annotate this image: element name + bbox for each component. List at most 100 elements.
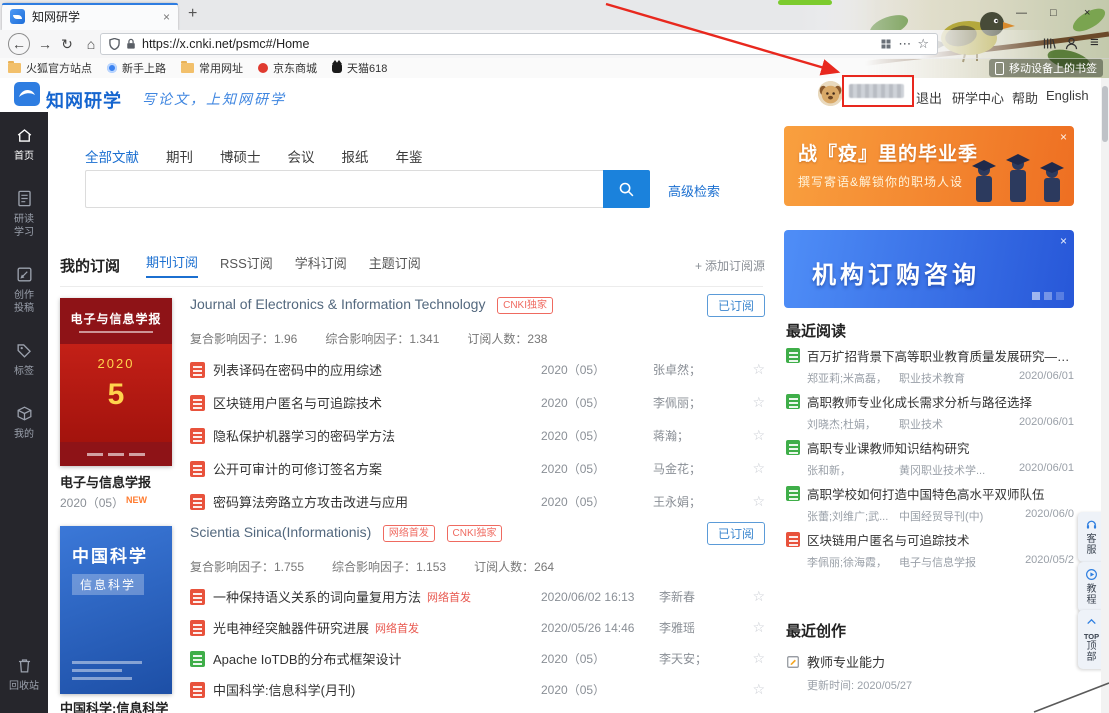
article-row[interactable]: 列表译码在密码中的应用综述 2020（05） 张卓然； ☆ — [190, 353, 765, 386]
article-row[interactable]: 区块链用户匿名与可追踪技术 2020（05） 李佩丽； ☆ — [190, 386, 765, 419]
article-title[interactable]: 列表译码在密码中的应用综述 — [213, 360, 382, 379]
site-logo-icon[interactable] — [14, 82, 40, 109]
help-link[interactable]: 帮助 — [1012, 88, 1038, 107]
logout-link[interactable]: 退出 — [916, 88, 942, 107]
mobile-bookmarks-folder[interactable]: 移动设备上的书签 — [989, 59, 1103, 77]
article-title[interactable]: 公开可审计的可修订签名方案 — [213, 459, 382, 478]
star-icon[interactable]: ☆ — [741, 650, 765, 667]
scrollbar-thumb[interactable] — [1102, 86, 1108, 142]
page-actions-menu-icon[interactable]: ⋯ — [898, 36, 911, 52]
study-center-link[interactable]: 研学中心 — [952, 88, 1004, 107]
search-button[interactable] — [603, 170, 650, 208]
article-row[interactable]: 密码算法旁路立方攻击改进与应用 2020（05） 王永娟； ☆ — [190, 485, 765, 518]
url-text[interactable]: https://x.cnki.net/psmc#/Home — [142, 37, 874, 51]
tab-close-icon[interactable]: × — [163, 10, 170, 24]
article-title[interactable]: 光电神经突触器件研究进展 — [213, 618, 369, 637]
lock-icon[interactable] — [126, 38, 136, 50]
tab-topic-subs[interactable]: 主题订阅 — [369, 253, 421, 277]
sidebar-item-create[interactable]: 创作投稿 — [14, 265, 34, 315]
article-row[interactable]: 一种保持语义关系的词向量复用方法 网络首发 2020/06/02 16:13 李… — [190, 581, 765, 612]
tracking-shield-icon[interactable] — [109, 38, 120, 50]
tab-all-literature[interactable]: 全部文献 — [85, 146, 139, 166]
star-icon[interactable]: ☆ — [741, 493, 765, 510]
article-title[interactable]: 密码算法旁路立方攻击改进与应用 — [213, 492, 408, 511]
article-title[interactable]: 隐私保护机器学习的密码学方法 — [213, 426, 395, 445]
star-icon[interactable]: ☆ — [741, 394, 765, 411]
add-subscription-button[interactable]: +添加订阅源 — [695, 257, 765, 274]
tab-journals[interactable]: 期刊 — [166, 146, 193, 166]
user-avatar[interactable] — [818, 81, 843, 106]
site-brand[interactable]: 知网研学 — [46, 87, 122, 113]
reading-item[interactable]: 高职学校如何打造中国特色高水平双师队伍 张蕾;刘维广;武...中国经贸导刊(中)… — [786, 484, 1074, 530]
tab-subject-subs[interactable]: 学科订阅 — [295, 253, 347, 277]
article-title[interactable]: Apache IoTDB的分布式框架设计 — [213, 649, 402, 668]
subscribed-button[interactable]: 已订阅 — [707, 294, 765, 317]
tab-yearbook[interactable]: 年鉴 — [396, 146, 423, 166]
journal-cover[interactable]: 中国科学 信息科学 — [60, 526, 172, 694]
journal-caption[interactable]: 中国科学:信息科学 — [60, 698, 186, 713]
bookmark-item[interactable]: 火狐官方站点 — [8, 60, 92, 76]
star-icon[interactable]: ☆ — [741, 681, 765, 698]
reload-button[interactable]: ↻ — [56, 33, 78, 55]
reading-item[interactable]: 高职教师专业化成长需求分析与路径选择 刘晓杰;杜娟，职业技术2020/06/01 — [786, 392, 1074, 438]
star-icon[interactable]: ☆ — [741, 427, 765, 444]
reading-item[interactable]: 高职专业课教师知识结构研究 张和新，黄冈职业技术学...2020/06/01 — [786, 438, 1074, 484]
article-title[interactable]: 区块链用户匿名与可追踪技术 — [213, 393, 382, 412]
back-button[interactable]: ← — [8, 33, 30, 55]
bookmark-item[interactable]: 新手上路 — [107, 60, 166, 76]
url-bar[interactable]: https://x.cnki.net/psmc#/Home ⋯ ☆ — [100, 33, 938, 55]
star-icon[interactable]: ☆ — [741, 361, 765, 378]
journal-title[interactable]: Journal of Electronics & Information Tec… — [190, 296, 485, 312]
institution-banner[interactable]: × 机构订购咨询 — [784, 230, 1074, 308]
language-link[interactable]: English — [1046, 88, 1089, 103]
star-icon[interactable]: ☆ — [741, 460, 765, 477]
close-icon[interactable]: × — [1060, 234, 1067, 248]
bookmark-item[interactable]: 常用网址 — [181, 60, 243, 76]
forward-button[interactable]: → — [34, 33, 56, 55]
article-title[interactable]: 一种保持语义关系的词向量复用方法 — [213, 587, 421, 606]
sidebar-item-study[interactable]: 研读学习 — [14, 189, 34, 239]
star-icon[interactable]: ☆ — [741, 619, 765, 636]
advanced-search-link[interactable]: 高级检索 — [668, 181, 720, 200]
sidebar-item-mine[interactable]: 我的 — [14, 404, 34, 441]
library-icon[interactable] — [1042, 36, 1057, 51]
bookmark-item[interactable]: 京东商城 — [258, 60, 317, 76]
new-tab-button[interactable]: + — [188, 5, 197, 23]
article-row[interactable]: 中国科学:信息科学(月刊) 2020（05） ☆ — [190, 674, 765, 705]
article-row[interactable]: 公开可审计的可修订签名方案 2020（05） 马金花； ☆ — [190, 452, 765, 485]
home-button[interactable]: ⌂ — [80, 33, 102, 55]
article-row[interactable]: 光电神经突触器件研究进展 网络首发 2020/05/26 14:46 李雅瑶 ☆ — [190, 612, 765, 643]
close-icon[interactable]: × — [1060, 130, 1067, 144]
creation-item[interactable]: 教师专业能力 更新时间: 2020/05/27 — [786, 652, 1074, 693]
window-minimize-button[interactable]: — — [1016, 7, 1027, 19]
article-title[interactable]: 中国科学:信息科学(月刊) — [213, 680, 355, 699]
tab-theses[interactable]: 博硕士 — [220, 146, 261, 166]
article-row[interactable]: 隐私保护机器学习的密码学方法 2020（05） 蒋瀚； ☆ — [190, 419, 765, 452]
tab-journal-subs[interactable]: 期刊订阅 — [146, 252, 198, 278]
sidebar-item-tags[interactable]: 标签 — [14, 341, 34, 378]
journal-title[interactable]: Scientia Sinica(Informationis) — [190, 524, 371, 540]
page-action-icon[interactable] — [880, 38, 892, 50]
bookmark-star-icon[interactable]: ☆ — [917, 36, 929, 52]
window-maximize-button[interactable]: □ — [1050, 7, 1057, 19]
journal-caption[interactable]: 电子与信息学报 2020（05）NEW — [60, 472, 186, 511]
menu-icon[interactable]: ≡ — [1090, 34, 1099, 51]
article-row[interactable]: Apache IoTDB的分布式框架设计 2020（05） 李天安； ☆ — [190, 643, 765, 674]
search-input[interactable] — [85, 170, 603, 208]
tab-rss-subs[interactable]: RSS订阅 — [220, 253, 273, 277]
account-icon[interactable] — [1064, 36, 1079, 51]
vertical-scrollbar[interactable] — [1101, 78, 1109, 713]
tab-conference[interactable]: 会议 — [288, 146, 315, 166]
reading-item[interactable]: 区块链用户匿名与可追踪技术 李佩丽;徐海霞，电子与信息学报2020/05/2 — [786, 530, 1074, 576]
bookmark-item[interactable]: 天猫618 — [332, 60, 387, 76]
tab-newspaper[interactable]: 报纸 — [342, 146, 369, 166]
username-redacted[interactable] — [849, 84, 904, 98]
star-icon[interactable]: ☆ — [741, 588, 765, 605]
browser-tab[interactable]: 知网研学 × — [2, 3, 178, 30]
sidebar-item-recycle[interactable]: 回收站 — [9, 656, 39, 693]
graduation-banner[interactable]: × 战『疫』里的毕业季 撰写寄语&解锁你的职场人设 — [784, 126, 1074, 206]
subscribed-button[interactable]: 已订阅 — [707, 522, 765, 545]
reading-item[interactable]: 百万扩招背景下高等职业教育质量发展研究——兼... 郑亚莉;米高磊，职业技术教育… — [786, 346, 1074, 392]
journal-cover[interactable]: 电子与信息学报 2020 5 — [60, 298, 172, 466]
window-close-button[interactable]: × — [1084, 7, 1090, 19]
